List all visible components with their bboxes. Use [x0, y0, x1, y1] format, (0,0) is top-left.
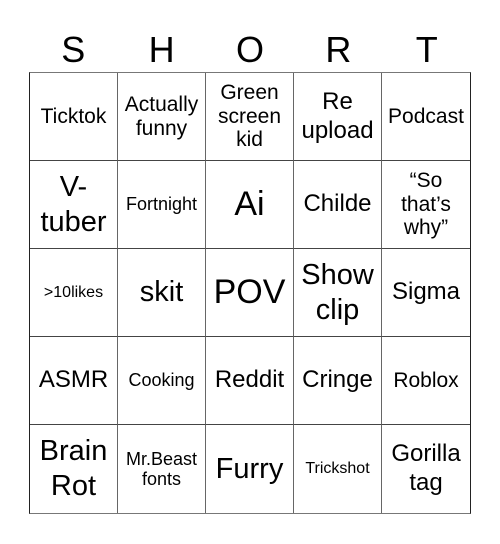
bingo-cell[interactable]: POV	[206, 249, 294, 337]
bingo-cell[interactable]: Ticktok	[30, 73, 118, 161]
bingo-cell[interactable]: Cooking	[118, 337, 206, 425]
bingo-cell[interactable]: Gorilla tag	[382, 425, 470, 513]
bingo-cell[interactable]: Roblox	[382, 337, 470, 425]
bingo-cell[interactable]: Mr.Beast fonts	[118, 425, 206, 513]
bingo-cell[interactable]: Furry	[206, 425, 294, 513]
bingo-cell[interactable]: Fortnight	[118, 161, 206, 249]
bingo-cell[interactable]: Actually funny	[118, 73, 206, 161]
header-letter-o: O	[235, 29, 264, 70]
bingo-cell[interactable]: Re upload	[294, 73, 382, 161]
bingo-cell[interactable]: Reddit	[206, 337, 294, 425]
bingo-cell[interactable]: ASMR	[30, 337, 118, 425]
bingo-cell[interactable]: Childe	[294, 161, 382, 249]
bingo-cell[interactable]: >10likes	[30, 249, 118, 337]
bingo-cell[interactable]: skit	[118, 249, 206, 337]
header-letter-t: T	[415, 29, 438, 70]
bingo-header: S H O R T	[29, 28, 471, 72]
header-letter-s: S	[61, 29, 86, 70]
bingo-cell[interactable]: Trickshot	[294, 425, 382, 513]
bingo-cell[interactable]: Brain Rot	[30, 425, 118, 513]
bingo-cell[interactable]: Cringe	[294, 337, 382, 425]
bingo-cell[interactable]: Green screen kid	[206, 73, 294, 161]
bingo-cell[interactable]: “So that’s why”	[382, 161, 470, 249]
bingo-cell[interactable]: Show clip	[294, 249, 382, 337]
header-letter-h: H	[148, 29, 175, 70]
bingo-cell[interactable]: Ai	[206, 161, 294, 249]
bingo-cell[interactable]: Podcast	[382, 73, 470, 161]
bingo-cell[interactable]: V-tuber	[30, 161, 118, 249]
header-letter-r: R	[325, 29, 352, 70]
bingo-cell[interactable]: Sigma	[382, 249, 470, 337]
bingo-grid: Ticktok Actually funny Green screen kid …	[29, 72, 471, 514]
